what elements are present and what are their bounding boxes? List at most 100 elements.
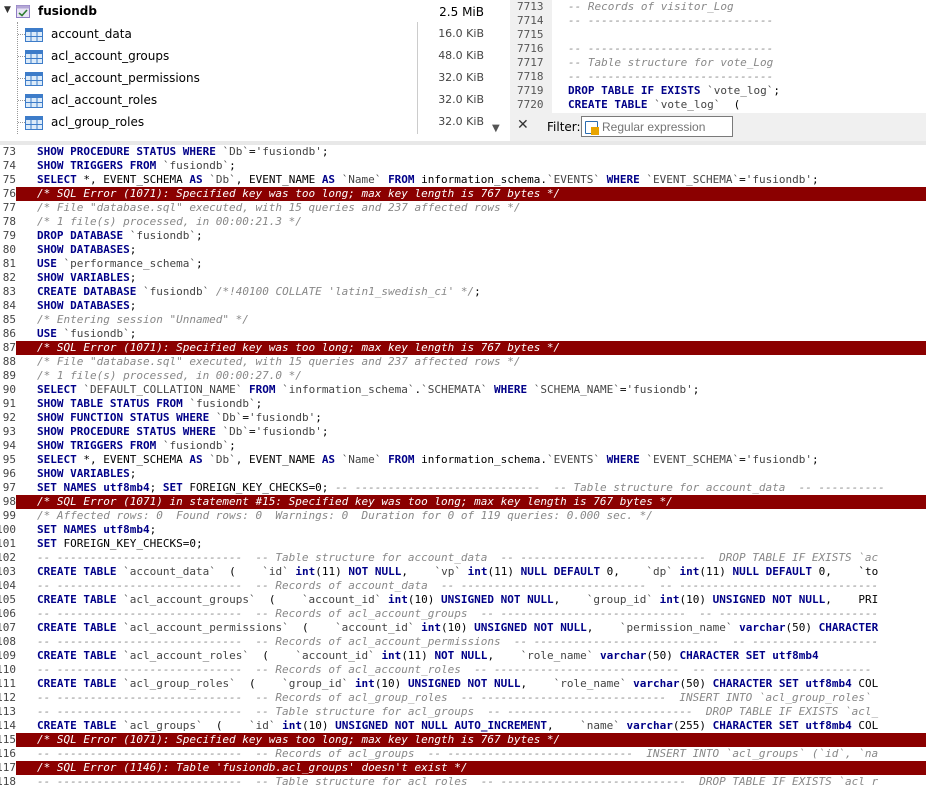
tree-node-fusiondb[interactable]: ▼ fusiondb 2.5 MiB (0, 2, 506, 22)
log-line: 78 /* 1 file(s) processed, in 00:00:21.3 … (0, 215, 926, 229)
line-number: 106 (0, 607, 16, 620)
log-line: 114 CREATE TABLE `acl_groups` ( `id` int(… (0, 719, 926, 733)
log-code: SET FOREIGN_KEY_CHECKS=0; (37, 537, 203, 550)
line-number: 73 (2, 145, 16, 158)
log-code: /* 1 file(s) processed, in 00:00:27.0 */ (37, 369, 302, 382)
table-icon (25, 116, 43, 130)
table-size: 32.0 KiB (438, 115, 484, 128)
log-code: CREATE TABLE `acl_account_permissions` (… (37, 621, 879, 634)
line-number: 85 (2, 313, 16, 326)
log-line: 90 SELECT `DEFAULT_COLLATION_NAME` FROM `… (0, 383, 926, 397)
log-line: 101 SET FOREIGN_KEY_CHECKS=0; (0, 537, 926, 551)
line-number: 7718 (517, 70, 544, 83)
line-number: 79 (2, 229, 16, 242)
log-code: SELECT *, EVENT_SCHEMA AS `Db`, EVENT_NA… (37, 173, 819, 186)
line-number: 118 (0, 775, 16, 788)
log-line: 92 SHOW FUNCTION STATUS WHERE `Db`='fusio… (0, 411, 926, 425)
line-number: 99 (2, 509, 16, 522)
filter-input[interactable] (602, 118, 730, 135)
line-number: 87 (0, 341, 16, 355)
log-line: 111 CREATE TABLE `acl_group_roles` ( `gro… (0, 677, 926, 691)
log-code: SELECT `DEFAULT_COLLATION_NAME` FROM `in… (37, 383, 700, 396)
query-log[interactable]: 73 SHOW PROCEDURE STATUS WHERE `Db`='fusi… (0, 145, 926, 788)
log-code: /* SQL Error (1146): Table 'fusiondb.acl… (37, 761, 468, 774)
line-number: 7716 (517, 42, 544, 55)
line-number: 98 (0, 495, 16, 509)
tree-guide-branch (18, 100, 25, 101)
log-line: 112 -- ---------------------------- -- Re… (0, 691, 926, 705)
log-line: 96 SHOW VARIABLES; (0, 467, 926, 481)
line-number: 7719 (517, 84, 544, 97)
log-code: CREATE TABLE `acl_groups` ( `id` int(10)… (37, 719, 879, 732)
log-line: 102 -- ---------------------------- -- Ta… (0, 551, 926, 565)
log-code: -- ---------------------------- -- Table… (37, 551, 879, 564)
table-name: acl_account_permissions (51, 71, 200, 85)
log-line: 81 USE `performance_schema`; (0, 257, 926, 271)
scroll-down-icon[interactable]: ▼ (492, 123, 500, 134)
log-code: CREATE TABLE `account_data` ( `id` int(1… (37, 565, 879, 578)
log-line: 94 SHOW TRIGGERS FROM `fusiondb`; (0, 439, 926, 453)
log-code: SHOW VARIABLES; (37, 467, 137, 480)
log-line: 113 -- ---------------------------- -- Ta… (0, 705, 926, 719)
log-code: -- ---------------------------- -- Recor… (37, 635, 879, 648)
line-number: 92 (2, 411, 16, 424)
line-number: 93 (2, 425, 16, 438)
collapse-caret-icon[interactable]: ▼ (4, 5, 11, 15)
log-line: 106 -- ---------------------------- -- Re… (0, 607, 926, 621)
log-code: /* 1 file(s) processed, in 00:00:21.3 */ (37, 215, 302, 228)
log-line: 82 SHOW VARIABLES; (0, 271, 926, 285)
table-name: acl_account_roles (51, 93, 158, 107)
log-code: SHOW VARIABLES; (37, 271, 137, 284)
table-size: 32.0 KiB (438, 93, 484, 106)
log-code: DROP DATABASE `fusiondb`; (37, 229, 203, 242)
log-code: /* SQL Error (1071) in statement #15: Sp… (37, 495, 673, 508)
line-number: 86 (2, 327, 16, 340)
line-number: 111 (0, 677, 16, 690)
tree-node-table[interactable]: acl_account_permissions 32.0 KiB (0, 68, 506, 90)
line-number: 110 (0, 663, 16, 676)
filter-box[interactable] (581, 116, 733, 137)
line-number: 80 (2, 243, 16, 256)
table-name: acl_group_roles (51, 115, 145, 129)
tree-node-table[interactable]: acl_account_groups 48.0 KiB (0, 46, 506, 68)
line-number: 100 (0, 523, 16, 536)
database-tree: ▼ fusiondb 2.5 MiB account_data 16.0 KiB a… (0, 0, 510, 141)
log-line: 97 SET NAMES utf8mb4; SET FOREIGN_KEY_CHE… (0, 481, 926, 495)
log-code: /* SQL Error (1071): Specified key was t… (37, 733, 561, 746)
line-number: 105 (0, 593, 16, 606)
log-code: /* Affected rows: 0 Found rows: 0 Warnin… (37, 509, 653, 522)
tree-node-table[interactable]: account_data 16.0 KiB (0, 24, 506, 46)
table-icon (25, 94, 43, 108)
log-line: 91 SHOW TABLE STATUS FROM `fusiondb`; (0, 397, 926, 411)
log-line: 86 USE `fusiondb`; (0, 327, 926, 341)
log-line: 73 SHOW PROCEDURE STATUS WHERE `Db`='fusi… (0, 145, 926, 159)
log-code: SHOW TRIGGERS FROM `fusiondb`; (37, 159, 236, 172)
log-code: SHOW TABLE STATUS FROM `fusiondb`; (37, 397, 263, 410)
log-line: 118 -- ---------------------------- -- Ta… (0, 775, 926, 788)
table-size: 16.0 KiB (438, 27, 484, 40)
line-number: 96 (2, 467, 16, 480)
log-code: SHOW FUNCTION STATUS WHERE `Db`='fusiond… (37, 411, 322, 424)
log-code: /* SQL Error (1071): Specified key was t… (37, 187, 561, 200)
line-number: 112 (0, 691, 16, 704)
tree-node-table[interactable]: acl_account_roles 32.0 KiB (0, 90, 506, 112)
line-number: 95 (2, 453, 16, 466)
tree-scrollbar[interactable]: ▼ (490, 0, 505, 141)
preview-code: CREATE TABLE `vote_log` ( (568, 98, 741, 111)
log-line: 79 DROP DATABASE `fusiondb`; (0, 229, 926, 243)
log-code: -- ---------------------------- -- Recor… (37, 607, 879, 620)
tree-node-table[interactable]: acl_group_roles 32.0 KiB (0, 112, 506, 134)
line-number: 74 (2, 159, 16, 172)
log-line: 88 /* File "database.sql" executed, with … (0, 355, 926, 369)
log-line: 105 CREATE TABLE `acl_account_groups` ( `… (0, 593, 926, 607)
close-filter-icon[interactable]: ✕ (517, 117, 529, 133)
sql-preview[interactable]: 7713 -- Records of visitor_Log 7714 -- ----… (514, 0, 926, 113)
tree-guide-branch (18, 122, 25, 123)
line-number: 89 (2, 369, 16, 382)
line-number: 117 (0, 761, 16, 775)
log-code: -- ---------------------------- -- Recor… (37, 747, 879, 760)
table-name: acl_account_groups (51, 49, 170, 63)
log-code: CREATE TABLE `acl_group_roles` ( `group_… (37, 677, 879, 690)
line-number: 7714 (517, 14, 544, 27)
log-code: SHOW DATABASES; (37, 299, 137, 312)
